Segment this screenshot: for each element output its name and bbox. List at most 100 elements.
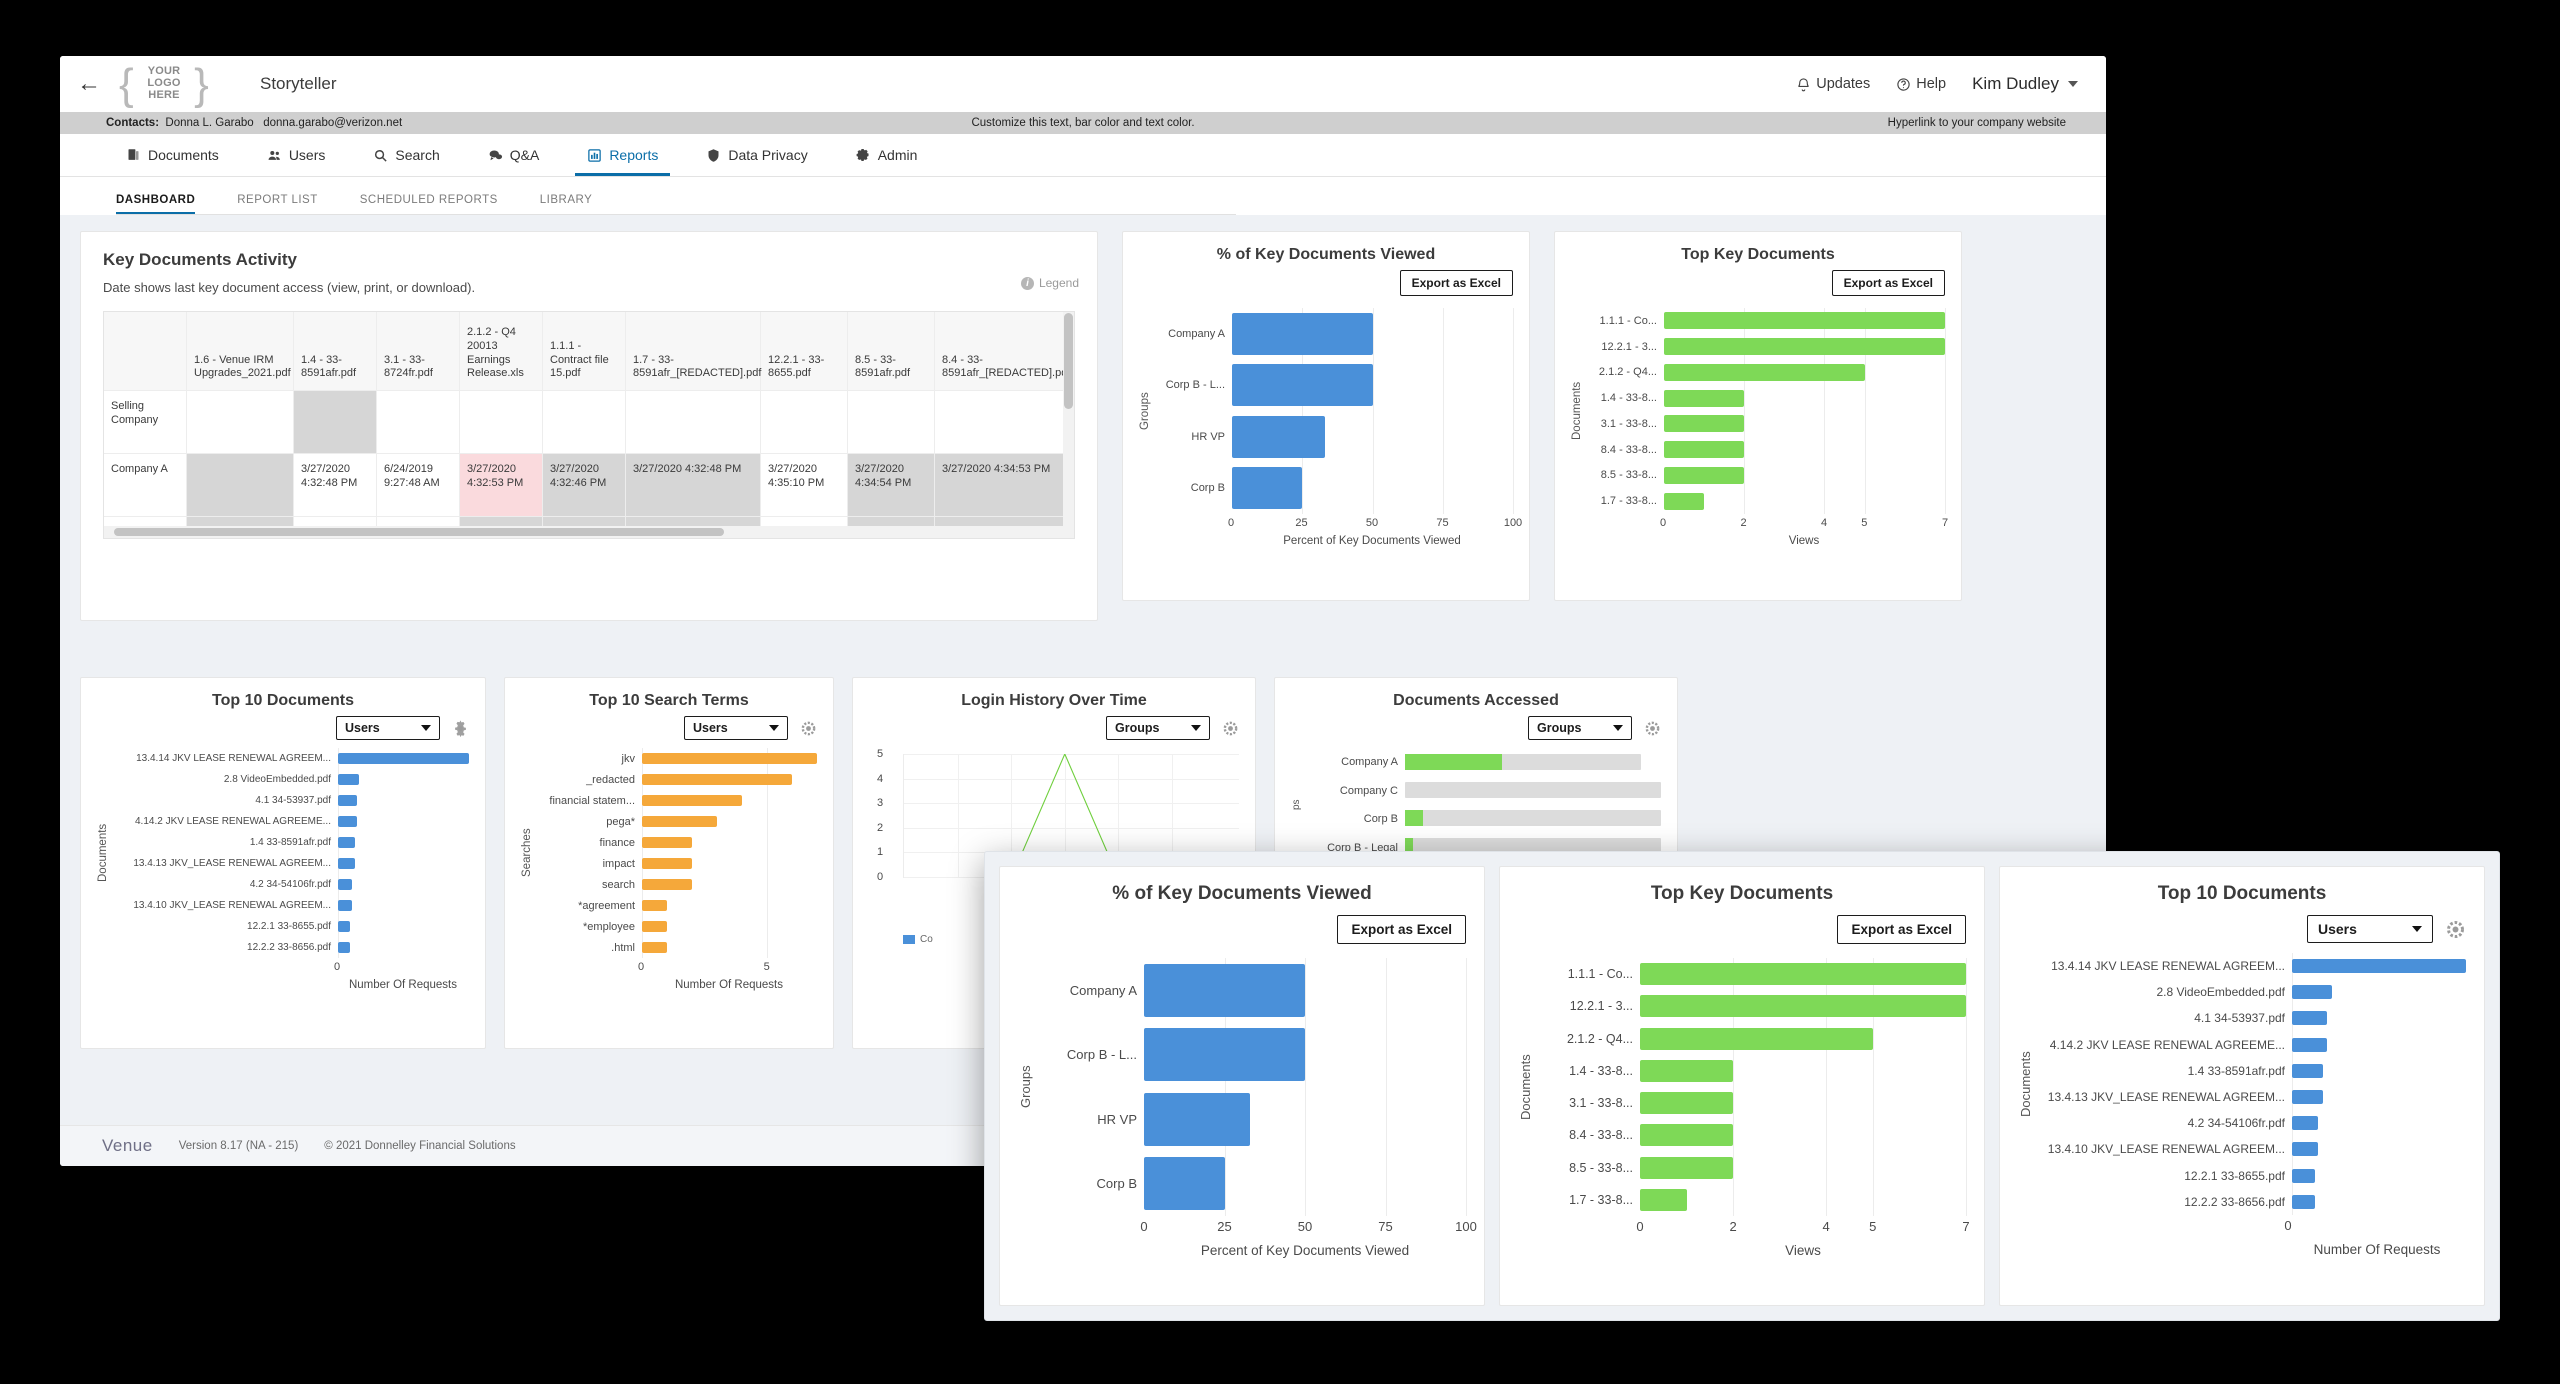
bar[interactable] xyxy=(642,900,667,911)
export-as-excel-button[interactable]: Export as Excel xyxy=(1837,915,1966,944)
gear-icon[interactable] xyxy=(1222,720,1239,737)
bar[interactable] xyxy=(1640,963,1966,986)
gear-icon[interactable] xyxy=(800,720,817,737)
bar[interactable] xyxy=(1640,1124,1734,1147)
bar[interactable] xyxy=(1664,389,1745,407)
y-tick-label: 1.7 - 33-8... xyxy=(1569,1192,1633,1207)
documents-icon xyxy=(128,148,139,160)
bar[interactable] xyxy=(1144,1092,1251,1146)
export-as-excel-button[interactable]: Export as Excel xyxy=(1831,270,1945,296)
bar[interactable] xyxy=(2292,1116,2319,1131)
bar[interactable] xyxy=(2292,1194,2315,1209)
updates-button[interactable]: Updates xyxy=(1796,76,1870,92)
export-as-excel-button[interactable]: Export as Excel xyxy=(1337,915,1466,944)
bar[interactable] xyxy=(1640,1092,1734,1115)
login-history-filter-select[interactable]: Groups xyxy=(1106,716,1210,740)
gear-icon[interactable] xyxy=(1644,720,1661,737)
subtab-library[interactable]: LIBRARY xyxy=(540,194,593,215)
bar[interactable] xyxy=(642,816,717,827)
bar[interactable] xyxy=(1664,492,1705,510)
back-arrow-icon[interactable]: ← xyxy=(60,72,118,96)
bar[interactable] xyxy=(1664,363,1865,381)
top10-search-filter-select[interactable]: Users xyxy=(684,716,788,740)
bar-track[interactable] xyxy=(1405,810,1661,826)
bar[interactable] xyxy=(2292,985,2333,1000)
bar[interactable] xyxy=(338,942,351,953)
bar[interactable] xyxy=(2292,1168,2315,1183)
bar[interactable] xyxy=(338,900,353,911)
bar[interactable] xyxy=(1232,415,1325,458)
plot-area xyxy=(642,748,817,958)
bar[interactable] xyxy=(1144,1028,1305,1082)
nav-item-admin[interactable]: Admin xyxy=(832,134,942,176)
bar[interactable] xyxy=(642,858,692,869)
bar[interactable] xyxy=(642,837,692,848)
bar[interactable] xyxy=(338,774,360,785)
export-as-excel-button[interactable]: Export as Excel xyxy=(1399,270,1513,296)
bar[interactable] xyxy=(338,753,469,764)
bar[interactable] xyxy=(1640,1188,1687,1211)
bar[interactable] xyxy=(338,921,351,932)
bar[interactable] xyxy=(2292,1090,2324,1105)
table-horizontal-scrollbar-track[interactable] xyxy=(103,526,1075,539)
bar[interactable] xyxy=(1640,1027,1873,1050)
bar[interactable] xyxy=(1640,995,1966,1018)
nav-item-data-privacy[interactable]: Data Privacy xyxy=(682,134,831,176)
bar[interactable] xyxy=(338,795,357,806)
x-tick-label: 4 xyxy=(1822,1219,1830,1234)
bar[interactable] xyxy=(1144,1157,1225,1211)
bar[interactable] xyxy=(1664,441,1745,459)
bar-chart-icon xyxy=(588,148,602,162)
bar[interactable] xyxy=(338,858,355,869)
bar[interactable] xyxy=(2292,1063,2324,1078)
bar[interactable] xyxy=(1640,1156,1734,1179)
bar[interactable] xyxy=(1664,312,1945,330)
bar[interactable] xyxy=(1664,338,1945,356)
bar[interactable] xyxy=(642,753,817,764)
bar[interactable] xyxy=(642,879,692,890)
bar[interactable] xyxy=(1144,963,1305,1017)
nav-item-reports[interactable]: Reports xyxy=(563,134,682,176)
bar[interactable] xyxy=(642,795,742,806)
bar[interactable] xyxy=(338,879,353,890)
bar[interactable] xyxy=(338,816,357,827)
bar[interactable] xyxy=(1664,466,1745,484)
table-horizontal-scrollbar-thumb[interactable] xyxy=(114,528,724,536)
top10-docs-filter-select[interactable]: Users xyxy=(336,716,440,740)
subtab-report-list[interactable]: REPORT LIST xyxy=(237,194,318,215)
nav-item-qa[interactable]: Q&A xyxy=(464,134,564,176)
y-tick-label: Company A xyxy=(1341,756,1398,768)
documents-accessed-filter-select[interactable]: Groups xyxy=(1528,716,1632,740)
user-menu[interactable]: Kim Dudley xyxy=(1972,74,2078,94)
nav-item-search[interactable]: Search xyxy=(349,134,463,176)
legend-button[interactable]: i Legend xyxy=(1020,276,1079,290)
bar[interactable] xyxy=(1664,415,1745,433)
gear-icon[interactable] xyxy=(2445,919,2466,940)
bar[interactable] xyxy=(642,942,667,953)
y-tick-label: 2.1.2 - Q4... xyxy=(1598,366,1657,379)
bar[interactable] xyxy=(2292,1037,2327,1052)
bar[interactable] xyxy=(642,774,792,785)
bar[interactable] xyxy=(2292,1142,2319,1157)
table-vertical-scrollbar-track[interactable] xyxy=(1063,312,1074,526)
bar[interactable] xyxy=(1232,312,1373,355)
subtab-scheduled-reports[interactable]: SCHEDULED REPORTS xyxy=(360,194,498,215)
bar[interactable] xyxy=(1232,364,1373,407)
gear-icon[interactable] xyxy=(452,719,469,737)
bar-track[interactable] xyxy=(1405,782,1661,798)
table-vertical-scrollbar-thumb[interactable] xyxy=(1064,313,1073,409)
bar[interactable] xyxy=(1640,1059,1734,1082)
nav-item-users[interactable]: Users xyxy=(243,134,350,176)
bar[interactable] xyxy=(338,837,355,848)
y-tick-label: Company C xyxy=(1339,784,1398,797)
bar[interactable] xyxy=(642,921,667,932)
bar[interactable] xyxy=(2292,959,2466,974)
nav-item-documents[interactable]: Documents xyxy=(102,134,243,176)
bar[interactable] xyxy=(1232,467,1303,510)
subtab-dashboard[interactable]: DASHBOARD xyxy=(116,194,196,215)
top10-docs-filter-select[interactable]: Users xyxy=(2307,915,2433,943)
bar-track[interactable] xyxy=(1405,754,1641,770)
y-axis-label: Documents xyxy=(97,823,109,883)
bar[interactable] xyxy=(2292,1011,2327,1026)
help-button[interactable]: Help xyxy=(1896,76,1946,92)
